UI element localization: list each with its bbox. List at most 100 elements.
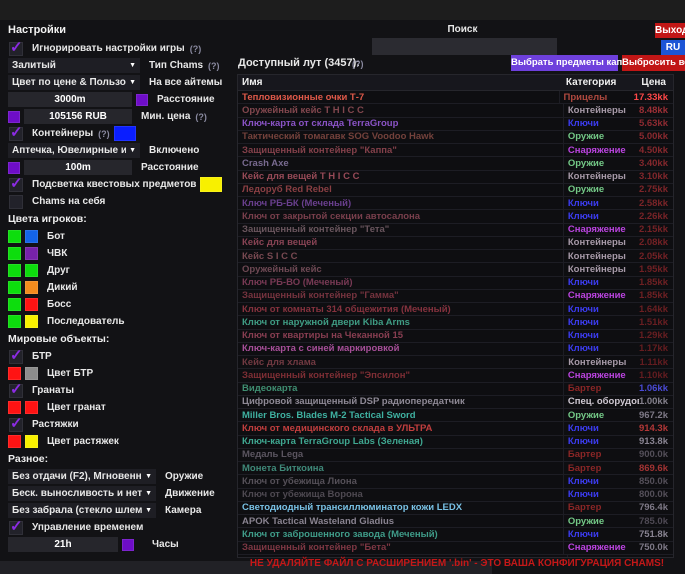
loot-item-category: Оружие [564, 131, 639, 142]
tripwire-color-swatch-2[interactable] [25, 435, 38, 448]
btr-color-swatch-2[interactable] [25, 367, 38, 380]
distance-color-swatch[interactable] [136, 94, 148, 106]
loot-table-row[interactable]: Ключ-карта TerraGroup Labs (Зеленая)Ключ… [238, 436, 673, 449]
player-color-swatch-primary[interactable] [8, 264, 21, 277]
loot-table-row[interactable]: Оружейный кейсКонтейнеры1.95kk [238, 263, 673, 276]
containers-color-swatch[interactable] [114, 126, 136, 141]
ignore-game-checkbox[interactable] [9, 42, 23, 56]
loot-table-row[interactable]: Кейс для вещей T H I C CКонтейнеры3.10kk [238, 171, 673, 184]
time-control-checkbox[interactable] [9, 521, 23, 535]
quest-color-swatch[interactable] [200, 177, 222, 192]
column-header-price[interactable]: Цена [641, 77, 673, 88]
loot-table-row[interactable]: Кейс для вещейКонтейнеры2.08kk [238, 237, 673, 250]
loot-table-row[interactable]: Защищенный контейнер "Эпсилон"Снаряжение… [238, 369, 673, 382]
camera-dropdown[interactable]: Без забрала (стекло шлема) ▼ [8, 503, 156, 518]
hours-color-swatch[interactable] [122, 539, 134, 551]
all-items-dropdown[interactable]: Цвет по цене & Пользователь ▼ [8, 75, 140, 90]
player-color-swatch-secondary[interactable] [25, 264, 38, 277]
loot-table-row[interactable]: Ключ-карта от склада TerraGroupКлючи5.63… [238, 118, 673, 131]
column-header-category[interactable]: Категория [566, 77, 642, 88]
player-color-swatch-secondary[interactable] [25, 247, 38, 260]
loot-table-row[interactable]: Ключ от заброшенного завода (Меченый)Клю… [238, 528, 673, 541]
column-header-name[interactable]: Имя [238, 77, 566, 88]
loot-item-name: Кейс S I C C [238, 250, 564, 262]
loot-table-row[interactable]: Медаль LegaБартер900.0k [238, 449, 673, 462]
weapon-dropdown[interactable]: Без отдачи (F2), Мгновенное п ▼ [8, 469, 156, 484]
player-color-swatch-primary[interactable] [8, 247, 21, 260]
loot-table-row[interactable]: Ключ от наружной двери Kiba ArmsКлючи1.5… [238, 316, 673, 329]
loot-item-name: Ключ от убежища Ворона [238, 489, 564, 501]
language-button[interactable]: RU [661, 40, 685, 55]
chams-self-checkbox[interactable] [9, 195, 23, 209]
setting-label: Игнорировать настройки игры [32, 43, 185, 54]
chams-type-dropdown[interactable]: Залитый ▼ [8, 58, 140, 73]
loot-table-row[interactable]: Светодиодный трансиллюминатор кожи LEDXБ… [238, 502, 673, 515]
loot-table-row[interactable]: Miller Bros. Blades M-2 Tactical SwordОр… [238, 409, 673, 422]
player-color-swatch-secondary[interactable] [25, 281, 38, 294]
player-color-swatch-secondary[interactable] [25, 298, 38, 311]
btr-checkbox[interactable] [9, 350, 23, 364]
containers-filter-dropdown[interactable]: Аптечка, Ювелирные и... ▼ [8, 143, 140, 158]
min-price-color-swatch[interactable] [8, 111, 20, 123]
loot-table-row[interactable]: Защищенный контейнер "Каппа"Снаряжение4.… [238, 144, 673, 157]
loot-table-row[interactable]: ВидеокартаБартер1.06kk [238, 383, 673, 396]
drop-all-button[interactable]: Выбросить все [622, 55, 685, 71]
setting-btr-color: Цвет БТР [8, 365, 232, 382]
help-icon[interactable]: (?) [98, 129, 110, 139]
quest-highlight-checkbox[interactable] [9, 178, 23, 192]
player-color-swatch-primary[interactable] [8, 281, 21, 294]
loot-table-row[interactable]: Кейс для хламаКонтейнеры1.11kk [238, 356, 673, 369]
loot-table-row[interactable]: Ключ РБ-БК (Меченый)Ключи2.58kk [238, 197, 673, 210]
distance-input[interactable]: 3000m [8, 92, 132, 107]
loot-item-price: 3.40kk [639, 158, 673, 169]
loot-table-row[interactable]: Защищенный контейнер "Бета"Снаряжение750… [238, 542, 673, 555]
loot-table-row[interactable]: Ключ от убежища ВоронаКлючи800.0k [238, 489, 673, 502]
loot-table-row[interactable]: APOK Tactical Wasteland GladiusОружие785… [238, 515, 673, 528]
player-color-swatch-primary[interactable] [8, 230, 21, 243]
loot-table-row[interactable]: Защищенный контейнер "Тета"Снаряжение2.1… [238, 224, 673, 237]
movement-dropdown[interactable]: Беск. выносливость и нет уста ▼ [8, 486, 156, 501]
containers-checkbox[interactable] [9, 127, 23, 141]
loot-table-row[interactable]: Тепловизионные очки Т-7Прицелы17.33kk [238, 91, 673, 104]
loot-table-row[interactable]: Ледоруб Red RebelОружие2.75kk [238, 184, 673, 197]
loot-table-row[interactable]: Монета БиткоинаБартер869.6k [238, 462, 673, 475]
help-icon[interactable]: (?) [208, 61, 220, 71]
setting-grenades: Гранаты [8, 382, 232, 399]
player-color-swatch-secondary[interactable] [25, 230, 38, 243]
grenade-color-swatch-1[interactable] [8, 401, 21, 414]
player-color-swatch-primary[interactable] [8, 298, 21, 311]
player-color-swatch-primary[interactable] [8, 315, 21, 328]
loot-item-price: 5.63kk [639, 118, 673, 129]
loot-table-row[interactable]: Кейс S I C CКонтейнеры2.05kk [238, 250, 673, 263]
container-distance-color-swatch[interactable] [8, 162, 20, 174]
search-input[interactable] [372, 38, 557, 55]
loot-table-row[interactable]: Цифровой защищенный DSP радиопередатчикС… [238, 396, 673, 409]
loot-table-row[interactable]: Ключ от закрытой секции автосалонаКлючи2… [238, 210, 673, 223]
loot-table-row[interactable]: Ключ от медицинского склада в УЛЬТРАКлюч… [238, 422, 673, 435]
grenade-color-swatch-2[interactable] [25, 401, 38, 414]
tripwire-color-swatch-1[interactable] [8, 435, 21, 448]
loot-table-row[interactable]: Ключ РБ-ВО (Меченый)Ключи1.85kk [238, 277, 673, 290]
player-color-swatch-secondary[interactable] [25, 315, 38, 328]
min-price-input[interactable]: 105156 RUB [24, 109, 132, 124]
hours-input[interactable]: 21h [8, 537, 118, 552]
help-icon[interactable]: (?) [352, 59, 364, 69]
loot-table-row[interactable]: Тактический томагавк SOG Voodoo HawkОруж… [238, 131, 673, 144]
select-kappa-items-button[interactable]: Выбрать предметы каппа [511, 55, 618, 71]
loot-table-row[interactable]: Ключ-карта с синей маркировкойКлючи1.17k… [238, 343, 673, 356]
container-distance-input[interactable]: 100m [24, 160, 132, 175]
help-icon[interactable]: (?) [190, 44, 202, 54]
loot-table-row[interactable]: Защищенный контейнер "Гамма"Снаряжение1.… [238, 290, 673, 303]
loot-table-row[interactable]: Ключ от комнаты 314 общежития (Меченый)К… [238, 303, 673, 316]
exit-button[interactable]: Выход [655, 23, 685, 38]
setting-label: Цвет растяжек [47, 436, 119, 447]
grenades-checkbox[interactable] [9, 384, 23, 398]
btr-color-swatch-1[interactable] [8, 367, 21, 380]
loot-table-row[interactable]: Оружейный кейс T H I C CКонтейнеры8.48kk [238, 104, 673, 117]
loot-table-row[interactable]: Ключ от убежища ЛионаКлючи850.0k [238, 475, 673, 488]
loot-table-row[interactable]: Ключ от квартиры на Чеканной 15Ключи1.29… [238, 330, 673, 343]
loot-table-row[interactable]: Crash AxeОружие3.40kk [238, 157, 673, 170]
help-icon[interactable]: (?) [195, 112, 207, 122]
setting-weapon: Без отдачи (F2), Мгновенное п ▼ Оружие [8, 468, 232, 485]
tripwires-checkbox[interactable] [9, 418, 23, 432]
